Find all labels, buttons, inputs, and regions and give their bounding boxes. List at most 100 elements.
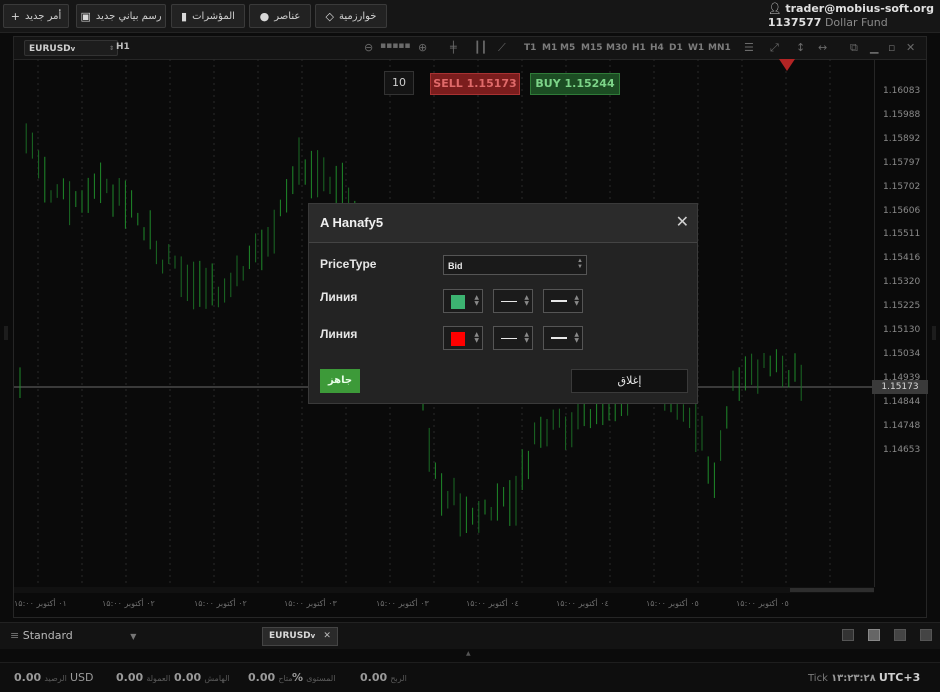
timeframe-h4[interactable]: H4	[650, 43, 664, 53]
line2-style-picker[interactable]: ▲ ▼	[493, 326, 533, 350]
balance-label: الرصيد	[44, 674, 67, 683]
bottom-bar: ≡ Standard ▼ EURUSDv ✕ ▲	[0, 622, 940, 657]
price-tick-label: 1.14748	[883, 420, 921, 431]
time-axis: ۱۵:۰۰ ٠١ أكتوبر ۱۵:۰۰ ٠٢ أكتوبر ۱۵:۰۰ ٠٢ أ…	[14, 595, 874, 615]
spinner-icon: ▲ ▼	[574, 331, 579, 344]
commission-label: العمولة	[146, 674, 171, 683]
line1-width-picker[interactable]: ▲ ▼	[543, 289, 583, 313]
zoom-in-icon[interactable]: ⊕	[418, 41, 427, 54]
chart-header: EURUSDv ⇕ H1 ⊖ ▪▪▪▪▪ ⊕ ╪ ┃┃ ⟋ T1 M1 M5 M15 M3…	[14, 37, 926, 60]
price-tick-label: 1.15797	[883, 157, 921, 168]
level-value: %	[292, 671, 304, 684]
top-toolbar: + أمر جديد ▣ رسم بياني جديد ▮ المؤشرات ●…	[0, 0, 940, 33]
bars-type-icon[interactable]: ┃┃	[474, 41, 487, 54]
elements-button[interactable]: ● عناصر	[249, 4, 311, 28]
zoom-out-icon[interactable]: ⊖	[364, 41, 373, 54]
spinner-icon: ▲ ▼	[574, 294, 579, 307]
price-tick-label: 1.14653	[883, 444, 921, 455]
vertical-resize-icon[interactable]: ↕	[796, 41, 805, 54]
account-name: Dollar Fund	[824, 16, 888, 29]
close-icon[interactable]: ✕	[676, 212, 689, 231]
line2-color-picker[interactable]: ▲ ▼	[443, 326, 483, 350]
sell-button[interactable]: SELL 1.15173	[430, 73, 520, 95]
level-label: المستوى	[306, 674, 336, 683]
symbol-tab[interactable]: EURUSDv ✕	[262, 627, 338, 646]
timeframe-m15[interactable]: M15	[581, 43, 602, 53]
scrollbar-thumb[interactable]	[790, 588, 874, 592]
collapse-icon[interactable]: ▲	[466, 650, 471, 657]
chart-scrollbar[interactable]	[14, 587, 874, 593]
new-chart-button[interactable]: ▣ رسم بياني جديد	[76, 4, 166, 28]
cancel-button[interactable]: إغلاق	[571, 369, 688, 393]
timeframe-t1[interactable]: T1	[524, 43, 536, 53]
price-tick-label: 1.15892	[883, 133, 921, 144]
left-panel-toggle[interactable]	[4, 326, 8, 340]
time-tick-label: ۱۵:۰۰ ٠٣ أكتوبر	[284, 599, 337, 608]
price-type-value: Bid	[448, 261, 463, 271]
minimize-icon[interactable]: ▁	[870, 41, 878, 54]
window-close-icon[interactable]: ✕	[906, 41, 915, 54]
tab-close-icon[interactable]: ✕	[323, 631, 331, 641]
timeframe-h1[interactable]: H1	[632, 43, 646, 53]
current-price-label: 1.15173	[872, 380, 928, 394]
layout-columns-icon[interactable]	[894, 629, 906, 641]
symbol-select[interactable]: EURUSDv ⇕	[24, 40, 118, 56]
lots-input[interactable]: 10	[384, 71, 414, 95]
popout-icon[interactable]: ⧉	[850, 41, 858, 55]
commission-status: 0.00 العمولة	[116, 671, 170, 684]
timezone: UTC+3	[878, 671, 921, 684]
indicator-settings-dialog: A Hanafy5 ✕ PriceType Bid ▲ ▼ Линия ▲ ▼ ▲ ▼…	[308, 203, 698, 404]
price-tick-label: 1.15606	[883, 205, 921, 216]
layout-select[interactable]: ≡ Standard ▼	[10, 629, 136, 642]
timeframe-d1[interactable]: D1	[669, 43, 683, 53]
price-tick-label: 1.15320	[883, 277, 921, 288]
horizontal-resize-icon[interactable]: ↔	[818, 41, 827, 54]
crosshair-icon[interactable]: ╪	[450, 41, 457, 54]
chevron-down-icon: ▼	[130, 632, 137, 641]
bars-icon: ▮	[181, 9, 188, 23]
expand-icon[interactable]: ⤢	[770, 41, 779, 55]
dialog-title: A Hanafy5	[320, 215, 384, 230]
maximize-icon[interactable]: ▫	[888, 41, 895, 54]
new-order-button[interactable]: + أمر جديد	[3, 4, 69, 28]
buy-button[interactable]: BUY 1.15244	[530, 73, 620, 95]
line2-label: Линия	[320, 327, 358, 341]
spinner-icon: ▲ ▼	[474, 294, 479, 307]
user-icon: 👤︎	[767, 2, 782, 15]
layout-single-icon[interactable]	[842, 629, 854, 641]
time-tick-label: ۱۵:۰۰ ٠٢ أكتوبر	[102, 599, 155, 608]
trendline-icon[interactable]: ⟋	[498, 41, 506, 55]
symbol-tab-label: EURUSD	[269, 631, 311, 641]
line1-color-picker[interactable]: ▲ ▼	[443, 289, 483, 313]
indicators-button[interactable]: ▮ المؤشرات	[171, 4, 245, 28]
plus-icon: +	[10, 9, 20, 23]
market-marker-icon	[779, 59, 795, 71]
price-type-select[interactable]: Bid ▲ ▼	[443, 255, 587, 275]
price-axis[interactable]: 1.16083 1.15988 1.15892 1.15797 1.15702 1.156…	[874, 59, 927, 587]
tick-value: ١٣:٢٣:٢٨	[831, 673, 876, 684]
balance-status: 0.00 الرصيد USD	[14, 671, 94, 684]
line1-style-picker[interactable]: ▲ ▼	[493, 289, 533, 313]
new-order-label: أمر جديد	[24, 10, 62, 22]
layout-rows-icon[interactable]	[920, 629, 932, 641]
layout-grid-icon[interactable]	[868, 629, 880, 641]
spinner-icon: ▲ ▼	[524, 294, 529, 307]
line2-width-picker[interactable]: ▲ ▼	[543, 326, 583, 350]
spinner-icon: ▲ ▼	[474, 331, 479, 344]
timeframe-w1[interactable]: W1	[688, 43, 704, 53]
balance-value: 0.00	[14, 671, 42, 684]
price-tick-label: 1.15130	[883, 325, 921, 335]
right-panel-toggle[interactable]	[932, 326, 936, 340]
timeframe-m5[interactable]: M5	[560, 43, 575, 53]
ok-button[interactable]: جاهز	[320, 369, 360, 393]
account-email: trader@mobius-soft.org	[785, 2, 934, 15]
timeframe-m30[interactable]: M30	[606, 43, 627, 53]
sell-price: 1.15173	[466, 77, 517, 90]
dialog-header: A Hanafy5 ✕	[309, 204, 697, 243]
algorithms-button[interactable]: ◇ خوارزمية	[315, 4, 387, 28]
price-tick-label: 1.14844	[883, 396, 921, 407]
timeframe-mn1[interactable]: MN1	[708, 43, 731, 53]
timeframe-m1[interactable]: M1	[542, 43, 557, 53]
properties-icon[interactable]: ☰	[744, 41, 754, 54]
account-info[interactable]: 👤︎ trader@mobius-soft.org 1137577 Dollar…	[768, 2, 934, 30]
